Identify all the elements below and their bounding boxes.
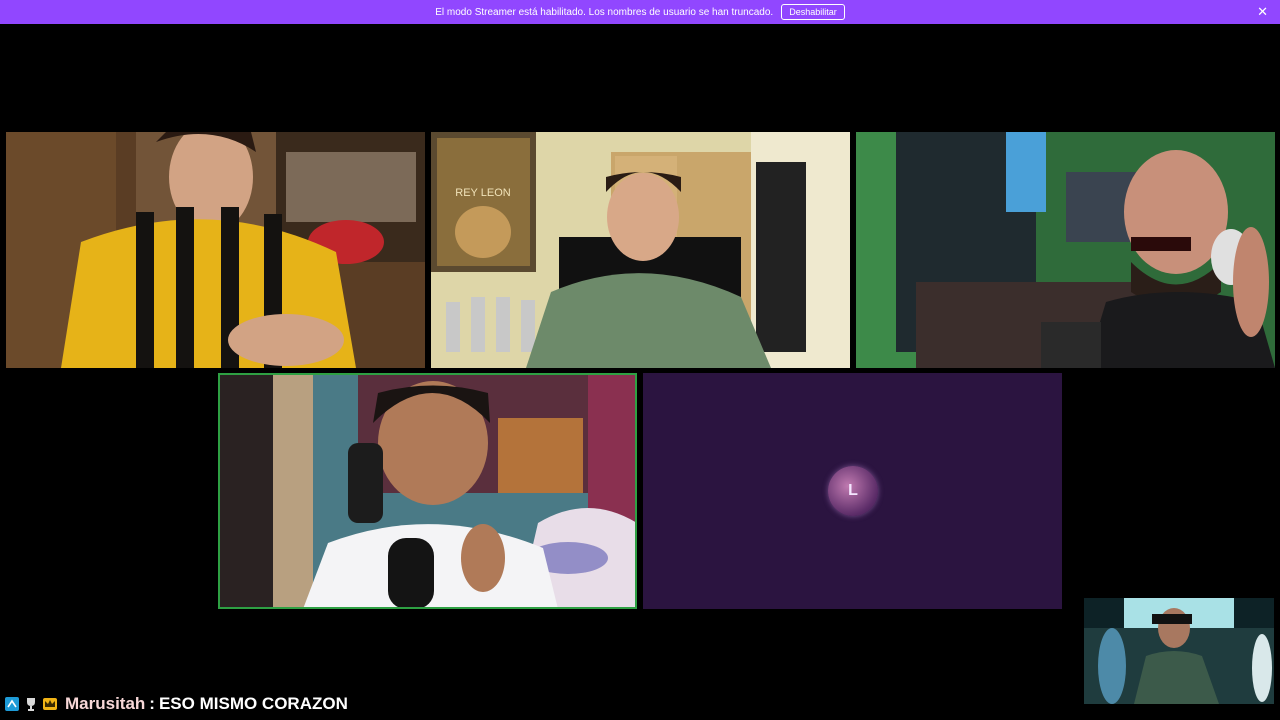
participant-video-3[interactable] [856,132,1275,368]
participant-video-4[interactable] [218,373,637,609]
crown-badge-icon [42,696,58,712]
participant-logo-avatar: L [827,466,878,516]
video-frame: REY LEON [431,132,850,368]
video-frame [1084,598,1274,704]
video-frame [6,132,425,368]
poster-text: REY LEON [455,187,510,199]
trophy-badge-icon [23,696,39,712]
banner-message: El modo Streamer está habilitado. Los no… [435,6,774,18]
chat-separator: : [149,694,155,713]
chat-message-line: Marusitah : ESO MISMO CORAZON [4,694,348,714]
participant-video-2[interactable]: REY LEON [431,132,850,368]
prime-badge-icon [4,696,20,712]
close-icon[interactable]: ✕ [1257,4,1268,20]
picture-in-picture-video[interactable] [1084,598,1274,704]
chat-username[interactable]: Marusitah [65,694,145,714]
video-frame [218,373,637,609]
chat-message-text: ESO MISMO CORAZON [158,694,348,713]
streamer-mode-banner: El modo Streamer está habilitado. Los no… [0,0,1280,24]
disable-streamer-mode-button[interactable]: Deshabilitar [781,4,845,20]
participant-video-1[interactable] [6,132,425,368]
participant-placeholder[interactable]: L [643,373,1062,609]
video-frame [856,132,1275,368]
